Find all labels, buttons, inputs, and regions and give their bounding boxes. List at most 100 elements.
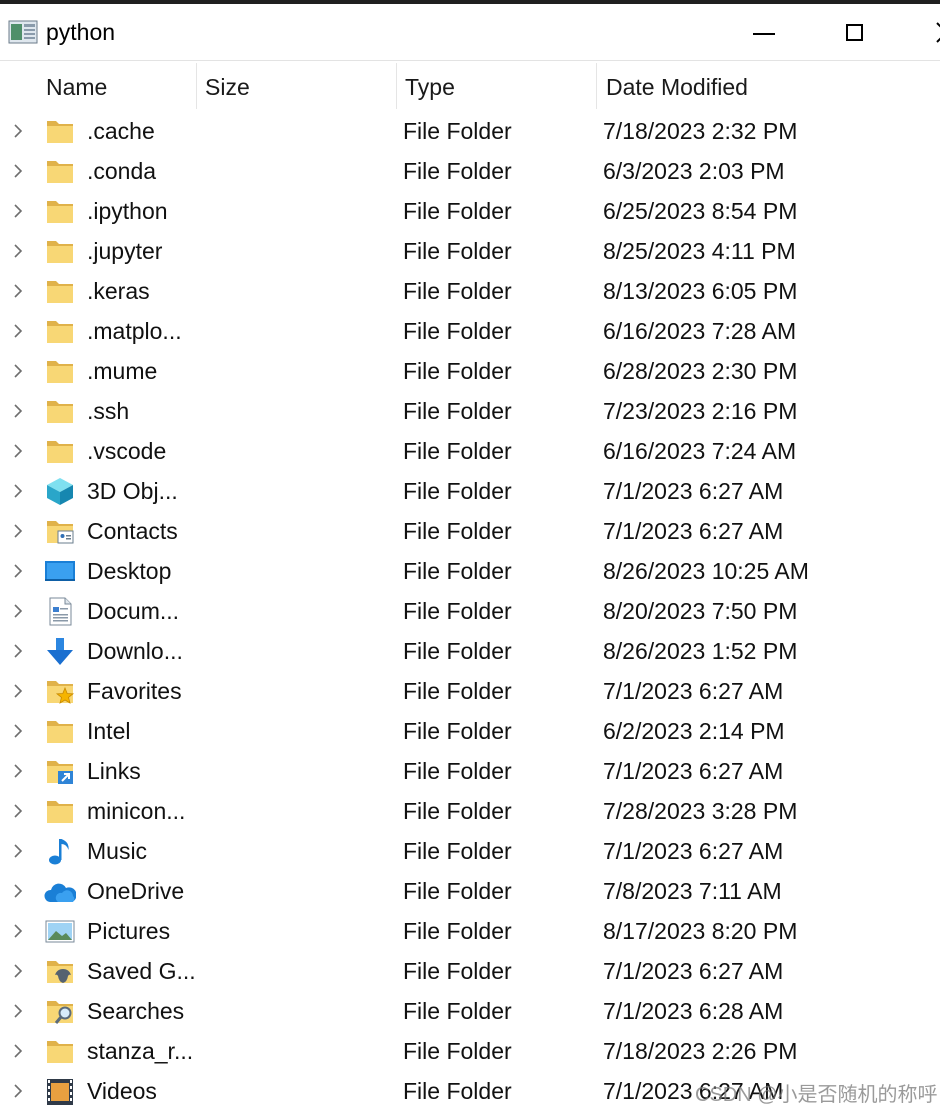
- chevron-right-icon[interactable]: [10, 923, 26, 939]
- folder-icon: [47, 121, 73, 143]
- chevron-right-icon[interactable]: [10, 1003, 26, 1019]
- table-row[interactable]: Music File Folder 7/1/2023 6:27 AM: [0, 831, 940, 871]
- chevron-right-icon[interactable]: [10, 643, 26, 659]
- chevron-right-icon[interactable]: [10, 443, 26, 459]
- chevron-right-icon[interactable]: [10, 323, 26, 339]
- table-row[interactable]: .cache File Folder 7/18/2023 2:32 PM: [0, 111, 940, 151]
- chevron-right-icon[interactable]: [10, 123, 26, 139]
- chevron-right-icon[interactable]: [10, 803, 26, 819]
- chevron-right-icon[interactable]: [10, 283, 26, 299]
- table-row[interactable]: Intel File Folder 6/2/2023 2:14 PM: [0, 711, 940, 751]
- table-row[interactable]: .matplo... File Folder 6/16/2023 7:28 AM: [0, 311, 940, 351]
- close-button[interactable]: [918, 10, 940, 54]
- downloads-icon: [47, 638, 73, 665]
- folder-icon: [47, 1041, 73, 1063]
- row-type: File Folder: [403, 118, 512, 144]
- table-row[interactable]: .keras File Folder 8/13/2023 6:05 PM: [0, 271, 940, 311]
- title-bar[interactable]: python: [0, 4, 940, 61]
- minimize-button[interactable]: [744, 10, 784, 54]
- row-name: 3D Obj...: [87, 478, 178, 504]
- row-name: .cache: [87, 118, 155, 144]
- table-row[interactable]: .vscode File Folder 6/16/2023 7:24 AM: [0, 431, 940, 471]
- chevron-right-icon[interactable]: [10, 483, 26, 499]
- table-row[interactable]: 3D Obj... File Folder 7/1/2023 6:27 AM: [0, 471, 940, 511]
- table-row[interactable]: Searches File Folder 7/1/2023 6:28 AM: [0, 991, 940, 1031]
- row-name: Searches: [87, 998, 185, 1024]
- row-name: .mume: [87, 358, 158, 384]
- table-row[interactable]: .conda File Folder 6/3/2023 2:03 PM: [0, 151, 940, 191]
- saved-games-icon: [47, 961, 73, 983]
- column-divider[interactable]: [196, 63, 197, 109]
- chevron-right-icon[interactable]: [10, 723, 26, 739]
- row-type: File Folder: [403, 398, 512, 424]
- folder-icon: [47, 401, 73, 423]
- row-date-modified: 7/28/2023 3:28 PM: [603, 798, 798, 824]
- maximize-button[interactable]: [834, 10, 874, 54]
- column-divider[interactable]: [596, 63, 597, 109]
- chevron-right-icon[interactable]: [10, 883, 26, 899]
- row-type: File Folder: [403, 638, 512, 664]
- table-row[interactable]: stanza_r... File Folder 7/18/2023 2:26 PM: [0, 1031, 940, 1071]
- row-date-modified: 6/16/2023 7:24 AM: [603, 438, 797, 464]
- folder-icon: [47, 161, 73, 183]
- column-header-name[interactable]: Name: [46, 61, 107, 111]
- table-row[interactable]: .ssh File Folder 7/23/2023 2:16 PM: [0, 391, 940, 431]
- folder-icon: [47, 241, 73, 263]
- chevron-right-icon[interactable]: [10, 243, 26, 259]
- row-type: File Folder: [403, 278, 512, 304]
- table-row[interactable]: Docum... File Folder 8/20/2023 7:50 PM: [0, 591, 940, 631]
- chevron-right-icon[interactable]: [10, 563, 26, 579]
- column-header-date-modified[interactable]: Date Modified: [606, 61, 748, 111]
- row-type: File Folder: [403, 998, 512, 1024]
- folder-icon: [47, 321, 73, 343]
- column-header-size[interactable]: Size: [205, 61, 250, 111]
- chevron-right-icon[interactable]: [10, 363, 26, 379]
- row-date-modified: 6/16/2023 7:28 AM: [603, 318, 797, 344]
- row-name: .keras: [87, 278, 150, 304]
- row-date-modified: 7/18/2023 2:32 PM: [603, 118, 798, 144]
- chevron-right-icon[interactable]: [10, 683, 26, 699]
- row-name: .matplo...: [87, 318, 182, 344]
- chevron-right-icon[interactable]: [10, 763, 26, 779]
- 3d-objects-icon: [47, 478, 73, 505]
- chevron-right-icon[interactable]: [10, 963, 26, 979]
- row-name: Contacts: [87, 518, 178, 544]
- row-type: File Folder: [403, 758, 512, 784]
- chevron-right-icon[interactable]: [10, 403, 26, 419]
- table-row[interactable]: Pictures File Folder 8/17/2023 8:20 PM: [0, 911, 940, 951]
- table-row[interactable]: .jupyter File Folder 8/25/2023 4:11 PM: [0, 231, 940, 271]
- chevron-right-icon[interactable]: [10, 1083, 26, 1099]
- row-date-modified: 8/26/2023 10:25 AM: [603, 558, 809, 584]
- table-row[interactable]: minicon... File Folder 7/28/2023 3:28 PM: [0, 791, 940, 831]
- row-type: File Folder: [403, 838, 512, 864]
- row-type: File Folder: [403, 678, 512, 704]
- row-date-modified: 6/25/2023 8:54 PM: [603, 198, 798, 224]
- table-row[interactable]: OneDrive File Folder 7/8/2023 7:11 AM: [0, 871, 940, 911]
- maximize-icon: [845, 23, 863, 41]
- row-date-modified: 8/13/2023 6:05 PM: [603, 278, 798, 304]
- table-row[interactable]: Links File Folder 7/1/2023 6:27 AM: [0, 751, 940, 791]
- close-icon: [936, 22, 940, 43]
- table-row[interactable]: .mume File Folder 6/28/2023 2:30 PM: [0, 351, 940, 391]
- row-date-modified: 8/25/2023 4:11 PM: [603, 238, 796, 264]
- column-divider[interactable]: [396, 63, 397, 109]
- row-name: Desktop: [87, 558, 172, 584]
- column-header-type[interactable]: Type: [405, 61, 455, 111]
- chevron-right-icon[interactable]: [10, 203, 26, 219]
- table-row[interactable]: .ipython File Folder 6/25/2023 8:54 PM: [0, 191, 940, 231]
- table-row[interactable]: Downlo... File Folder 8/26/2023 1:52 PM: [0, 631, 940, 671]
- row-type: File Folder: [403, 718, 512, 744]
- chevron-right-icon[interactable]: [10, 603, 26, 619]
- row-type: File Folder: [403, 198, 512, 224]
- row-name: .jupyter: [87, 238, 163, 264]
- row-date-modified: 7/23/2023 2:16 PM: [603, 398, 798, 424]
- chevron-right-icon[interactable]: [10, 843, 26, 859]
- table-row[interactable]: Favorites File Folder 7/1/2023 6:27 AM: [0, 671, 940, 711]
- chevron-right-icon[interactable]: [10, 1043, 26, 1059]
- table-row[interactable]: Contacts File Folder 7/1/2023 6:27 AM: [0, 511, 940, 551]
- table-row[interactable]: Saved G... File Folder 7/1/2023 6:27 AM: [0, 951, 940, 991]
- table-row[interactable]: Desktop File Folder 8/26/2023 10:25 AM: [0, 551, 940, 591]
- chevron-right-icon[interactable]: [10, 163, 26, 179]
- chevron-right-icon[interactable]: [10, 523, 26, 539]
- row-name: OneDrive: [87, 878, 185, 904]
